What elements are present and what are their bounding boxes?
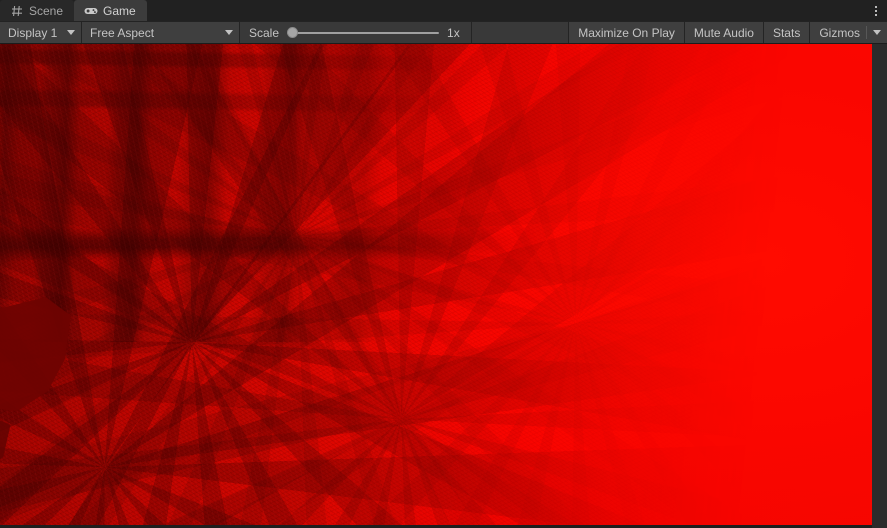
- chevron-down-icon[interactable]: [873, 30, 881, 35]
- tab-scene-label: Scene: [29, 3, 64, 18]
- kebab-menu-icon[interactable]: [865, 0, 887, 21]
- display-dropdown[interactable]: Display 1: [0, 22, 82, 43]
- game-view-render[interactable]: [0, 44, 872, 525]
- scale-control-group: Scale 1x: [240, 22, 473, 43]
- maximize-on-play-button[interactable]: Maximize On Play: [568, 22, 684, 43]
- scale-value-label: 1x: [447, 25, 460, 40]
- toolbar-spacer: [472, 22, 569, 43]
- scale-slider-handle[interactable]: [287, 27, 299, 38]
- game-view-toolbar: Display 1 Free Aspect Scale 1x Maximize …: [0, 21, 887, 44]
- tab-game[interactable]: Game: [74, 0, 147, 21]
- game-view-vignette: [0, 44, 872, 525]
- kebab-dot: [875, 9, 877, 12]
- tab-scene[interactable]: Scene: [0, 0, 75, 21]
- scale-slider-track: [287, 31, 440, 34]
- gizmos-divider: [866, 26, 867, 39]
- maximize-on-play-label: Maximize On Play: [578, 25, 675, 40]
- gizmos-button[interactable]: Gizmos: [809, 22, 887, 43]
- tab-game-label: Game: [103, 3, 136, 18]
- kebab-dot: [875, 13, 877, 16]
- mute-audio-button[interactable]: Mute Audio: [683, 22, 763, 43]
- tab-strip: Scene Game: [0, 0, 887, 21]
- game-view-window: Scene Game Display 1 Free Aspect Scale 1…: [0, 0, 887, 528]
- kebab-dot: [875, 5, 877, 8]
- chevron-down-icon: [225, 30, 233, 35]
- mute-audio-label: Mute Audio: [693, 25, 754, 40]
- stats-label: Stats: [772, 25, 801, 40]
- gizmos-label: Gizmos: [819, 25, 860, 40]
- gamepad-icon: [84, 4, 98, 18]
- aspect-ratio-label: Free Aspect: [90, 25, 155, 40]
- aspect-ratio-dropdown[interactable]: Free Aspect: [82, 22, 240, 43]
- display-dropdown-label: Display 1: [8, 25, 58, 40]
- chevron-down-icon: [67, 30, 75, 35]
- scale-slider[interactable]: [287, 26, 440, 40]
- stats-button[interactable]: Stats: [762, 22, 810, 43]
- tab-strip-empty-area: [146, 0, 865, 21]
- game-view-container: [0, 44, 887, 528]
- scale-label: Scale: [249, 25, 280, 40]
- grid-icon: [10, 4, 24, 18]
